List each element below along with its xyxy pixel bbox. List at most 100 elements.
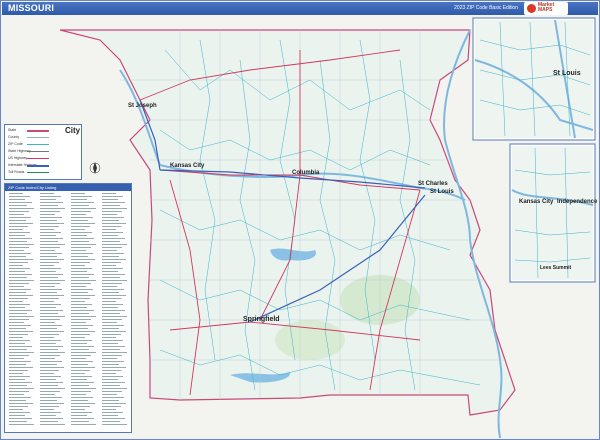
legend-swatch <box>27 130 49 132</box>
legend-swatch <box>27 172 49 173</box>
index-entry <box>9 376 30 377</box>
index-entry <box>40 376 61 377</box>
index-entry <box>40 259 64 260</box>
index-entry <box>102 403 126 404</box>
index-entry <box>9 361 31 362</box>
index-entry <box>40 406 59 407</box>
index-entry <box>9 316 34 317</box>
index-entry <box>40 196 61 197</box>
city-label: St Louis <box>430 189 454 195</box>
index-entry <box>102 310 125 311</box>
index-entry <box>102 256 119 257</box>
index-entry <box>9 328 26 329</box>
index-entry <box>102 196 123 197</box>
index-entry <box>71 295 95 296</box>
index-entry <box>71 370 90 371</box>
index-entry <box>102 340 123 341</box>
index-entry <box>9 259 33 260</box>
index-entry <box>102 379 118 380</box>
index-entry <box>71 403 95 404</box>
index-entry <box>102 322 117 323</box>
index-entry <box>40 211 60 212</box>
index-entry <box>40 403 64 404</box>
index-entry <box>102 304 123 305</box>
index-entry <box>40 295 64 296</box>
index-entry <box>40 301 54 302</box>
index-entry <box>9 289 31 290</box>
index-entry <box>9 208 34 209</box>
index-entry <box>102 331 126 332</box>
index-entry <box>102 313 120 314</box>
index-entry <box>71 268 92 269</box>
index-entry <box>40 352 65 353</box>
index-entry <box>71 193 85 194</box>
index-entry <box>71 307 87 308</box>
index-entry <box>9 400 26 401</box>
index-entry <box>9 196 30 197</box>
index-entry <box>71 421 89 422</box>
index-entry <box>102 388 127 389</box>
index-entry <box>71 331 95 332</box>
index-entry <box>102 307 118 308</box>
index-entry <box>102 214 117 215</box>
index-entry <box>9 412 30 413</box>
index-entry <box>102 397 124 398</box>
index-entry <box>40 331 64 332</box>
index-entry <box>40 325 62 326</box>
index-entry <box>71 367 95 368</box>
index-entry <box>40 343 56 344</box>
index-entry <box>9 241 27 242</box>
index-entry <box>9 415 25 416</box>
index-entry <box>71 376 92 377</box>
index-entry <box>9 211 29 212</box>
index-entry <box>102 301 116 302</box>
index-entry <box>102 283 122 284</box>
index-entry <box>40 262 59 263</box>
index-entry <box>9 391 29 392</box>
index-entry <box>40 202 63 203</box>
index-entry <box>102 247 122 248</box>
index-entry <box>102 268 123 269</box>
index-entry <box>71 412 92 413</box>
zip-index-header: ZIP Code Index/City Listing <box>5 184 131 191</box>
index-entry <box>71 379 87 380</box>
index-entry <box>9 265 23 266</box>
index-entry <box>40 385 58 386</box>
index-entry <box>71 394 86 395</box>
index-entry <box>9 355 29 356</box>
index-entry <box>40 379 56 380</box>
index-entry <box>71 238 94 239</box>
index-entry <box>9 331 33 332</box>
legend-swatch <box>27 144 49 145</box>
index-entry <box>40 334 59 335</box>
index-entry <box>71 259 95 260</box>
index-entry <box>71 358 86 359</box>
index-entry <box>71 226 90 227</box>
index-column <box>71 193 99 429</box>
index-entry <box>102 325 124 326</box>
index-entry <box>102 367 126 368</box>
index-entry <box>71 202 94 203</box>
index-entry <box>40 292 57 293</box>
index-entry <box>102 280 127 281</box>
index-entry <box>71 415 87 416</box>
city-label: St Charles <box>418 181 448 187</box>
index-entry <box>102 295 126 296</box>
index-entry <box>9 214 24 215</box>
index-entry <box>71 298 90 299</box>
index-entry <box>40 310 63 311</box>
index-entry <box>71 418 94 419</box>
index-entry <box>71 406 90 407</box>
index-entry <box>40 232 61 233</box>
index-entry <box>9 313 27 314</box>
index-entry <box>102 199 118 200</box>
map-title: MISSOURI <box>8 3 55 13</box>
index-entry <box>102 232 123 233</box>
index-entry <box>102 205 120 206</box>
index-entry <box>40 220 57 221</box>
index-entry <box>40 205 58 206</box>
index-entry <box>71 319 91 320</box>
index-entry <box>102 355 122 356</box>
index-entry <box>71 382 94 383</box>
index-entry <box>102 220 119 221</box>
